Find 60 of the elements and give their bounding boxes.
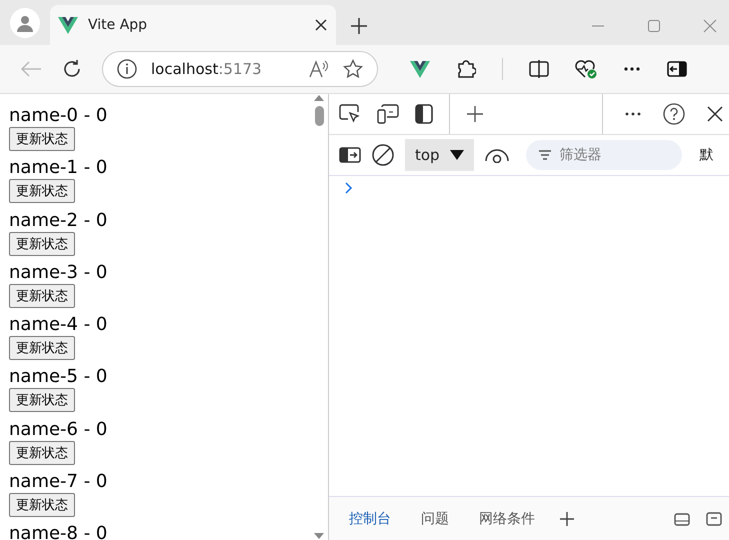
reload-icon[interactable] (62, 59, 82, 79)
update-state-button[interactable]: 更新状态 (9, 284, 75, 308)
more-icon[interactable] (623, 66, 641, 72)
profile-avatar[interactable] (10, 8, 40, 38)
maximize-icon[interactable] (647, 19, 661, 33)
url-text: localhost:5173 (151, 60, 263, 78)
sidebar-toggle-icon[interactable] (339, 147, 361, 163)
log-levels-label[interactable]: 默 (700, 146, 714, 164)
inspect-element-icon[interactable] (339, 104, 361, 124)
filter-lines-icon (538, 150, 552, 160)
filter-field[interactable]: 筛选器 (526, 140, 682, 170)
panel-layout-icon[interactable] (415, 104, 433, 124)
tab-title: Vite App (88, 17, 148, 33)
device-emulation-icon[interactable] (377, 104, 399, 124)
browser-tab[interactable]: Vite App (50, 5, 336, 45)
close-icon[interactable] (707, 106, 723, 122)
puzzle-piece-icon[interactable] (456, 59, 476, 79)
item-label: name-3 - 0 (9, 262, 108, 284)
update-state-button[interactable]: 更新状态 (9, 440, 75, 465)
context-selector[interactable]: top (405, 139, 474, 171)
info-icon[interactable] (117, 59, 137, 79)
split-screen-icon[interactable] (529, 60, 549, 78)
plus-icon[interactable] (466, 105, 484, 123)
item-label: name-1 - 0 (9, 157, 108, 180)
plus-icon[interactable] (350, 17, 368, 35)
scroll-down-icon[interactable] (314, 532, 324, 540)
sidebar-toggle-icon[interactable] (667, 61, 687, 77)
item-label: name-0 - 0 (9, 105, 108, 127)
update-state-button[interactable]: 更新状态 (9, 232, 75, 256)
star-icon[interactable] (343, 59, 363, 79)
chevron-right-icon (345, 182, 353, 194)
update-state-button[interactable]: 更新状态 (9, 127, 75, 151)
update-state-button[interactable]: 更新状态 (9, 493, 75, 518)
clear-console-icon[interactable] (371, 143, 395, 167)
more-icon[interactable] (625, 112, 641, 116)
update-state-button[interactable]: 更新状态 (9, 336, 75, 360)
drawer-tab[interactable]: 网络条件 (473, 506, 541, 532)
item-label: name-5 - 0 (9, 366, 108, 388)
drawer-tab[interactable]: 问题 (415, 506, 455, 532)
update-state-button[interactable]: 更新状态 (9, 179, 75, 204)
scrollbar-thumb[interactable] (314, 106, 324, 126)
read-aloud-icon[interactable] (309, 60, 329, 78)
update-state-button[interactable]: 更新状态 (9, 388, 75, 412)
heart-pulse-icon[interactable] (575, 59, 597, 79)
item-label: name-7 - 0 (9, 471, 108, 494)
help-icon[interactable] (663, 103, 685, 125)
collapse-panel-icon[interactable] (705, 510, 723, 528)
address-bar[interactable]: localhost:5173 (102, 51, 378, 87)
item-label: name-6 - 0 (9, 418, 108, 441)
drawer-tab[interactable]: 控制台 (343, 506, 397, 532)
item-label: name-8 - 0 (9, 523, 108, 540)
v-logo-icon[interactable] (410, 60, 430, 78)
item-label: name-4 - 0 (9, 314, 108, 336)
dropdown-triangle-icon (450, 150, 464, 160)
person-silhouette-icon (16, 14, 34, 32)
v-logo-icon (58, 16, 78, 34)
eye-icon[interactable] (484, 147, 510, 163)
item-label: name-2 - 0 (9, 210, 108, 232)
close-icon[interactable] (314, 18, 328, 32)
plus-icon[interactable] (559, 510, 575, 526)
